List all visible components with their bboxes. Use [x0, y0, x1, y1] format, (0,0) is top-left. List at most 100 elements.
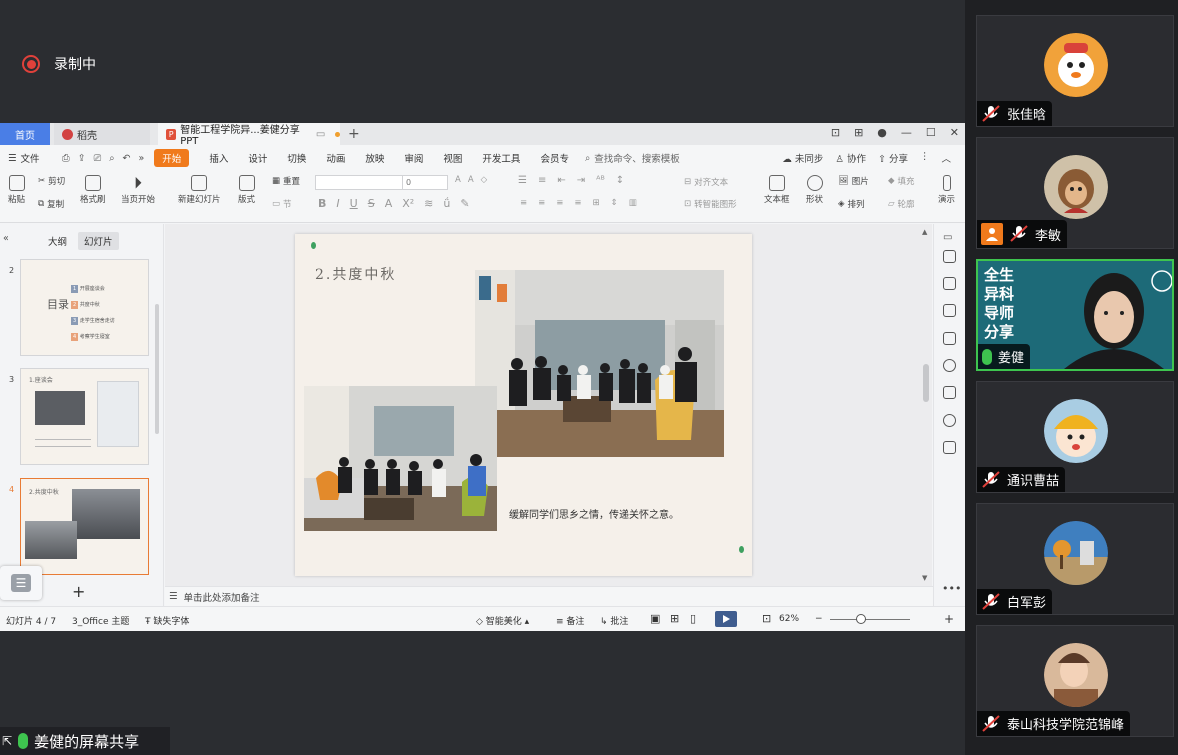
clear-format-icon[interactable]: ◇: [481, 175, 488, 185]
missing-font-button[interactable]: Ŧ 缺失字体: [145, 614, 189, 627]
participant-tile[interactable]: 泰山科技学院范锦峰: [976, 625, 1174, 737]
slide-thumbnail-2[interactable]: 目录 1 开展座谈会 2 共度中秋 3 走学生宿舍走访 4 考察学生寝室: [20, 259, 149, 356]
apps-grid-icon[interactable]: ⊞: [854, 126, 863, 139]
align-left-icon[interactable]: ≡: [520, 198, 527, 208]
superscript-icon[interactable]: X²: [402, 197, 414, 210]
paste-button[interactable]: 粘贴: [8, 175, 25, 205]
menu-transition[interactable]: 切换: [287, 151, 306, 165]
phonetic-icon[interactable]: ǘ: [443, 197, 450, 210]
command-search[interactable]: ⌕ 查找命令、搜索模板: [585, 151, 680, 166]
expand-icon[interactable]: ▭: [943, 232, 956, 245]
text-spacing-icon[interactable]: ⇕: [611, 198, 618, 208]
tab-outline[interactable]: 大纲: [48, 234, 67, 248]
menu-insert[interactable]: 插入: [209, 151, 228, 165]
picture-button[interactable]: 🖼 图片: [838, 175, 869, 187]
menu-animation[interactable]: 动画: [326, 151, 345, 165]
participant-tile[interactable]: 通识曹喆: [976, 381, 1174, 493]
smart-beautify-button[interactable]: ◇ 智能美化 ▴: [476, 614, 529, 627]
save-icon[interactable]: ⎙: [62, 153, 70, 164]
fill-button[interactable]: ◆ 填充: [888, 175, 915, 187]
participant-tile[interactable]: 张佳晗: [976, 15, 1174, 127]
distribute-icon[interactable]: ⊞: [593, 198, 600, 208]
shrink-font-icon[interactable]: A: [468, 175, 474, 185]
justify-icon[interactable]: ≡: [574, 198, 581, 208]
menu-slideshow[interactable]: 放映: [365, 151, 384, 165]
animation-icon[interactable]: [943, 304, 956, 317]
format-painter-button[interactable]: 格式刷: [80, 175, 106, 205]
align-center-icon[interactable]: ≡: [538, 198, 545, 208]
columns-icon[interactable]: ▥: [629, 198, 637, 208]
notes-area[interactable]: ☰ 单击此处添加备注: [165, 586, 933, 606]
scroll-down-icon[interactable]: ▼: [922, 574, 927, 582]
slide-thumbnail-4[interactable]: 2.共度中秋: [20, 478, 149, 575]
align-right-icon[interactable]: ≡: [556, 198, 563, 208]
shape-button[interactable]: 形状: [806, 175, 823, 205]
help-icon[interactable]: [943, 359, 956, 372]
rocket-icon[interactable]: [943, 250, 956, 263]
notes-toggle-button[interactable]: ≡ 备注: [556, 614, 584, 627]
backup-icon[interactable]: [943, 386, 956, 399]
section-button[interactable]: ▭ 节: [272, 198, 292, 210]
zoom-slider-handle[interactable]: [856, 614, 866, 624]
more-icon[interactable]: »: [138, 153, 144, 164]
book-icon[interactable]: [943, 441, 956, 454]
new-slide-button[interactable]: 新建幻灯片: [178, 175, 221, 205]
more-horizontal-icon[interactable]: •••: [942, 582, 961, 595]
italic-icon[interactable]: I: [336, 197, 339, 210]
tab-daoke[interactable]: 稻壳: [54, 123, 150, 145]
menu-design[interactable]: 设计: [248, 151, 267, 165]
highlight-icon[interactable]: ✎: [460, 197, 469, 210]
bullets-icon[interactable]: ☰: [518, 175, 527, 186]
current-slide[interactable]: 2.共度中秋 缓解同学们思乡之情，传递关怀之意。: [295, 234, 752, 576]
participant-tile-active[interactable]: 全生 异科 导师 分享 姜健: [976, 259, 1174, 371]
present-button[interactable]: 演示: [938, 175, 955, 205]
fit-window-icon[interactable]: ⊡: [762, 612, 771, 625]
indent-decrease-icon[interactable]: ⇤: [557, 175, 565, 186]
cut-button[interactable]: ✂ 剪切: [38, 175, 65, 187]
align-text-button[interactable]: ⊟ 对齐文本: [684, 176, 728, 188]
zoom-slider[interactable]: [830, 619, 910, 620]
share-button[interactable]: ⇧ 分享: [878, 151, 908, 165]
comments-button[interactable]: ↳ 批注: [600, 614, 628, 627]
add-slide-button[interactable]: +: [72, 582, 85, 601]
menu-member[interactable]: 会员专: [540, 151, 569, 165]
close-icon[interactable]: ✕: [950, 126, 959, 139]
menu-view[interactable]: 视图: [443, 151, 462, 165]
new-tab-button[interactable]: +: [348, 123, 360, 145]
font-color-icon[interactable]: A: [385, 197, 393, 210]
strike-icon[interactable]: S: [368, 197, 375, 210]
reset-button[interactable]: ▦ 重置: [272, 175, 300, 187]
textbox-button[interactable]: 文本框: [764, 175, 790, 205]
floating-menu-button[interactable]: ☰: [0, 566, 42, 600]
line-spacing-icon[interactable]: ↕: [616, 175, 624, 186]
bold-icon[interactable]: B: [318, 197, 326, 210]
underline-icon[interactable]: U: [350, 197, 358, 210]
unsynced-button[interactable]: ☁ 未同步: [782, 151, 823, 165]
normal-view-icon[interactable]: ▣: [650, 612, 660, 625]
layout-button[interactable]: 版式: [238, 175, 255, 205]
file-menu[interactable]: ☰ 文件: [0, 151, 62, 166]
undo-icon[interactable]: ↶: [123, 153, 131, 164]
copy-button[interactable]: ⧉ 复制: [38, 198, 64, 210]
collapse-panel-icon[interactable]: «: [3, 233, 9, 244]
tab-document[interactable]: P 智能工程学院异...姜健分享PPT ▭: [158, 123, 340, 147]
panel-scrollbar[interactable]: [155, 304, 159, 434]
font-size-box[interactable]: 0: [402, 175, 448, 190]
minimize-icon[interactable]: —: [901, 126, 912, 139]
reading-view-icon[interactable]: ▯: [690, 612, 696, 625]
tab-home[interactable]: 首页: [0, 123, 50, 145]
maximize-icon[interactable]: ☐: [926, 126, 936, 139]
menu-developer[interactable]: 开发工具: [482, 151, 520, 165]
export-icon[interactable]: ⇪: [78, 153, 86, 164]
indent-increase-icon[interactable]: ⇥: [577, 175, 585, 186]
participant-tile[interactable]: 白军彭: [976, 503, 1174, 615]
tab-slides[interactable]: 幻灯片: [78, 232, 119, 250]
menu-review[interactable]: 审阅: [404, 151, 423, 165]
zoom-out-icon[interactable]: −: [815, 614, 823, 624]
play-from-current-button[interactable]: ⏵ 当页开始: [121, 175, 155, 206]
canvas-scrollbar[interactable]: [923, 364, 929, 402]
play-slideshow-button[interactable]: [715, 611, 737, 627]
arrange-button[interactable]: ◈ 排列: [838, 198, 865, 210]
preview-icon[interactable]: ⌕: [109, 153, 114, 164]
layout-icon[interactable]: ⊡: [831, 126, 840, 139]
